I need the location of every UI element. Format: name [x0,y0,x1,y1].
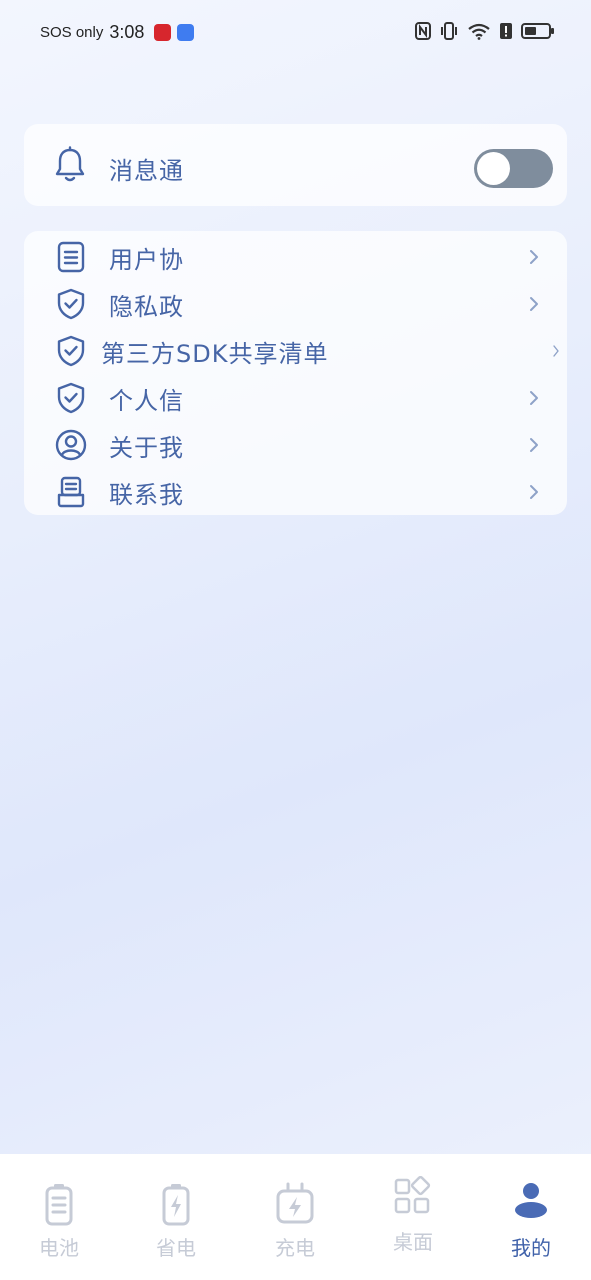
user-icon [515,1183,547,1218]
message-notification-label: 消息通 [109,157,184,185]
charging-icon [276,1182,314,1224]
nav-tab-label: 电池 [39,1236,79,1260]
nav-tab-label: 我的 [511,1236,551,1260]
menu-item-label: 隐私政 [109,292,184,321]
menu-item-label: 用户协 [109,245,184,274]
bottom-navigation: 电池 省电 充电 桌面 我的 [0,1154,591,1280]
chevron-right-icon [530,250,538,264]
document-icon [57,241,85,273]
user-circle-icon [55,429,87,461]
nav-tab-mine[interactable]: 我的 [481,1176,581,1266]
status-left: SOS only 3:08 [40,22,195,43]
menu-item-contact-us[interactable]: 联系我 [24,469,567,515]
message-notification-toggle[interactable] [474,149,553,188]
battery-icon [45,1184,73,1226]
widgets-icon [394,1176,431,1214]
menu-item-personal-info[interactable]: 个人信 [24,375,567,421]
nav-tab-label: 省电 [156,1236,196,1260]
bell-icon [55,146,85,182]
nav-tab-charging[interactable]: 充电 [245,1176,345,1266]
shield-check-icon [57,288,85,320]
menu-item-label: 联系我 [109,480,184,509]
wifi-icon [468,23,490,40]
shield-check-icon [57,382,85,414]
vibrate-icon [441,22,457,40]
message-notification-card: 消息通 [24,124,567,206]
menu-item-privacy-policy[interactable]: 隐私政 [24,281,567,327]
nav-tab-desktop[interactable]: 桌面 [363,1176,463,1266]
menu-item-label: 个人信 [109,386,184,415]
menu-item-user-agreement[interactable]: 用户协 [24,234,567,280]
menu-item-label: 关于我 [109,433,184,462]
nav-tab-label: 充电 [275,1236,315,1260]
battery-saver-icon [162,1184,190,1226]
status-bar: SOS only 3:08 [0,0,591,66]
menu-item-about-us[interactable]: 关于我 [24,422,567,468]
chevron-right-icon [530,438,538,452]
chevron-right-icon [530,391,538,405]
app-notification-icon [154,24,172,41]
menu-item-label: 第三方SDK共享清单 [101,339,329,368]
chevron-right-icon [530,485,538,499]
contact-card-icon [57,476,85,508]
message-notification-row: 消息通 [24,124,567,206]
clock: 3:08 [109,22,145,42]
battery-status-icon [521,23,554,39]
toggle-knob [477,152,510,185]
nav-tab-power-saving[interactable]: 省电 [126,1176,226,1266]
alert-icon [500,23,512,39]
menu-item-third-party-sdk[interactable]: 第三方SDK共享清单 [24,328,567,374]
app-notification-icon [177,24,195,41]
chevron-right-icon [530,297,538,311]
nfc-icon [415,22,431,40]
nav-tab-label: 桌面 [393,1230,433,1254]
carrier-text: SOS only [40,24,104,41]
status-right [415,22,555,40]
settings-menu-card: 用户协 隐私政 第三方SDK共享清单 个人信 关于我 联系我 [24,231,567,515]
shield-check-icon [57,335,85,367]
nav-tab-battery[interactable]: 电池 [9,1176,109,1266]
chevron-right-icon [553,345,559,357]
